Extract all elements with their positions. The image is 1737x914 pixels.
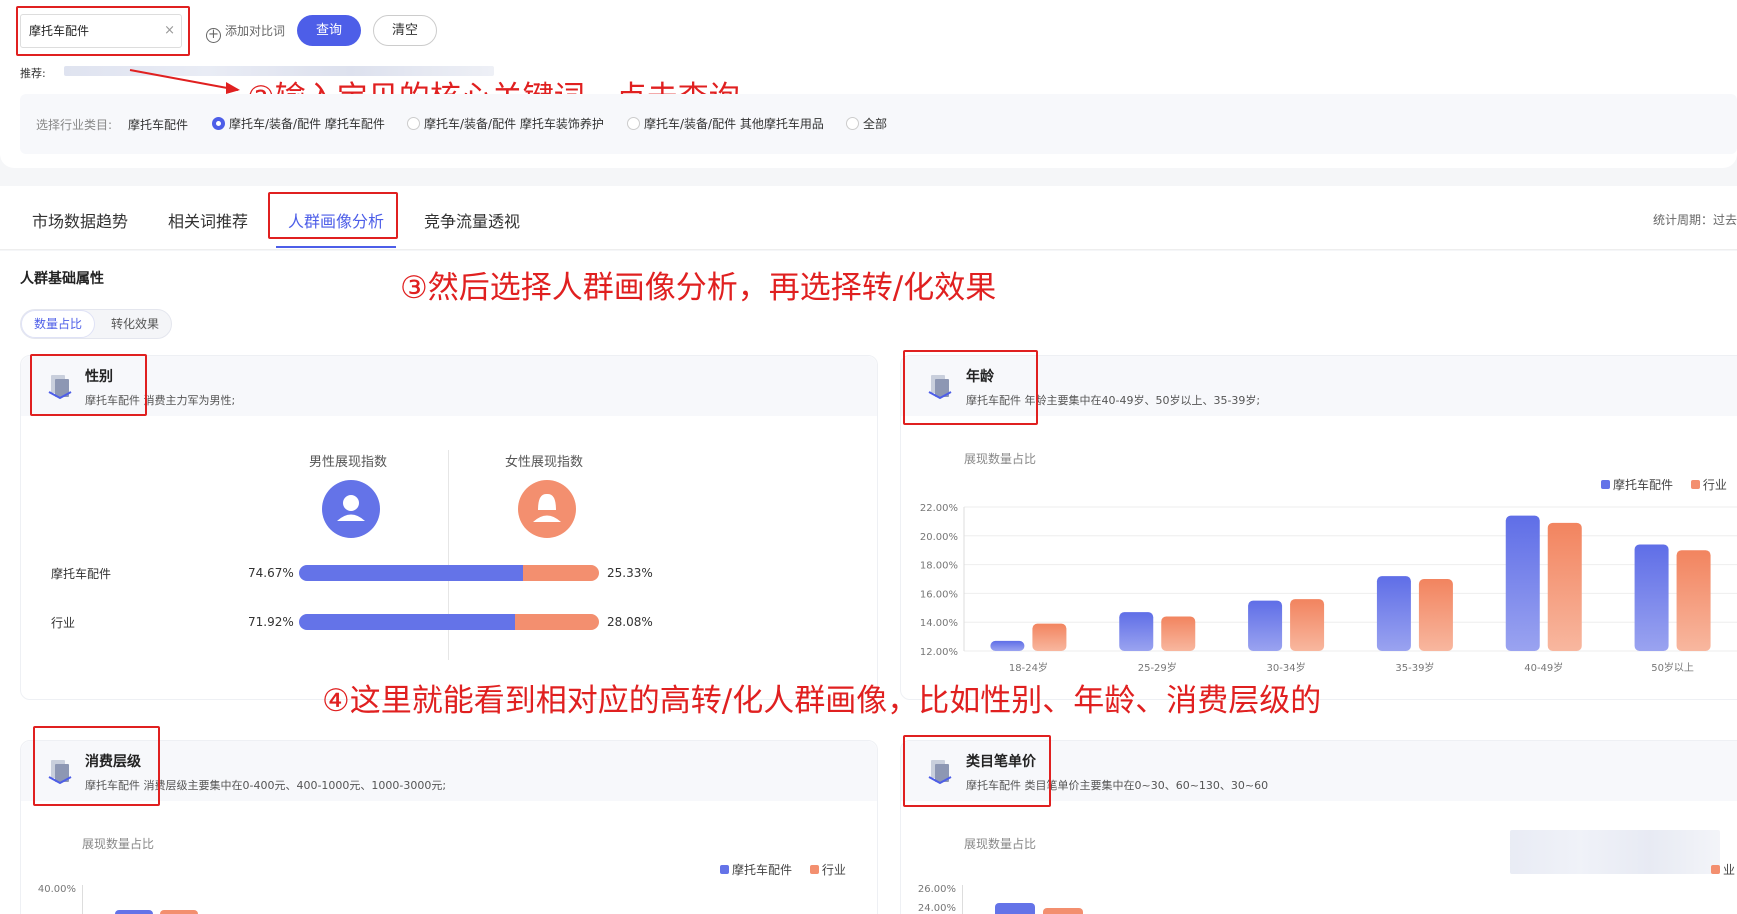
male-pct: 74.67% xyxy=(248,566,294,580)
highlight-box-gender xyxy=(30,354,147,416)
legend-label: 行业 xyxy=(821,863,846,877)
gender-row-label: 摩托车配件 xyxy=(51,567,112,581)
bar-peek xyxy=(160,910,198,914)
gender-bar xyxy=(299,614,599,630)
female-index-label: 女性展现指数 xyxy=(505,455,584,470)
x-tick-label: 40-49岁 xyxy=(1524,661,1563,674)
y-tick-label: 12.00% xyxy=(920,647,958,658)
consumption-chart-sub: 展现数量占比 xyxy=(82,837,155,851)
highlight-box-consumption xyxy=(33,726,160,806)
y-tick-label: 14.00% xyxy=(920,618,958,629)
seg-count-share[interactable]: 数量占比 xyxy=(21,310,95,338)
industry-radio-label: 摩托车/装备/配件 摩托车装饰养护 xyxy=(424,117,604,131)
female-pct: 28.08% xyxy=(607,615,653,629)
industry-radio-label: 全部 xyxy=(863,117,888,131)
radio-unchecked-icon xyxy=(407,117,420,130)
x-tick-label: 18-24岁 xyxy=(1009,661,1048,674)
x-tick-label: 35-39岁 xyxy=(1395,661,1434,674)
legend-swatch xyxy=(809,865,819,874)
female-avatar-icon xyxy=(518,480,576,538)
section-title: 人群基础属性 xyxy=(20,271,104,287)
x-tick-label: 50岁以上 xyxy=(1651,661,1694,674)
annotation-arrowhead xyxy=(226,82,240,94)
price-chart-sub: 展现数量占比 xyxy=(964,837,1037,851)
legend-label: 摩托车配件 xyxy=(732,863,793,877)
male-avatar-icon xyxy=(322,480,380,538)
tab-market-trend[interactable]: 市场数据趋势 xyxy=(32,208,128,232)
price-legend: 业 xyxy=(1711,861,1735,878)
industry-label: 选择行业类目: xyxy=(36,118,113,132)
male-bar-fill xyxy=(299,565,523,581)
watermark-blur xyxy=(1510,830,1720,874)
annotation-step-3: ③然后选择人群画像分析，再选择转/化效果 xyxy=(400,270,997,306)
age-legend: 摩托车配件 行业 xyxy=(1601,476,1727,493)
age-bar-industry xyxy=(1547,522,1582,651)
highlight-box-price xyxy=(903,735,1051,807)
legend-swatch xyxy=(1711,865,1720,874)
age-bar-chart: 22.00% 20.00% 18.00% 16.00% 14.00% 12.00% 18-2… xyxy=(920,503,1737,674)
gender-bar xyxy=(299,565,599,581)
radio-unchecked-icon xyxy=(627,117,640,130)
annotation-arrow xyxy=(129,69,239,91)
radio-unchecked-icon xyxy=(846,117,859,130)
y-tick-label: 20.00% xyxy=(920,532,958,543)
industry-radio-1[interactable]: 摩托车/装备/配件 摩托车配件 xyxy=(212,116,385,132)
x-tick-label: 25-29岁 xyxy=(1138,661,1177,674)
gender-row-label: 行业 xyxy=(51,616,76,630)
y-tick: 24.00% xyxy=(917,903,956,914)
consumption-legend: 摩托车配件 行业 xyxy=(720,861,846,878)
bar-peek xyxy=(115,910,153,914)
male-pct: 71.92% xyxy=(248,615,294,629)
age-bar-industry xyxy=(1676,550,1711,651)
tab-related-words[interactable]: 相关词推荐 xyxy=(168,208,248,232)
bar-peek xyxy=(1043,908,1083,914)
y-axis xyxy=(962,885,963,914)
age-bar-industry xyxy=(1161,616,1196,651)
male-bar-fill xyxy=(299,614,515,630)
industry-radio-2[interactable]: 摩托车/装备/配件 摩托车装饰养护 xyxy=(407,116,604,132)
female-bar-fill xyxy=(523,565,599,581)
age-bar-product xyxy=(1505,515,1540,651)
industry-radio-label: 摩托车/装备/配件 其他摩托车用品 xyxy=(644,117,824,131)
legend-label: 摩托车配件 xyxy=(1613,478,1674,492)
male-index-label: 男性展现指数 xyxy=(309,455,388,470)
y-tick-label: 16.00% xyxy=(920,589,958,600)
age-bar-industry xyxy=(1032,623,1067,651)
highlight-box-tab xyxy=(268,192,398,239)
active-tab-underline xyxy=(276,246,396,248)
stat-period: 统计周期：过去 xyxy=(1652,213,1737,227)
radio-checked-icon xyxy=(212,117,225,130)
legend-label: 行业 xyxy=(1702,478,1727,492)
age-bar-product xyxy=(990,640,1025,651)
industry-current: 摩托车配件 xyxy=(128,118,189,132)
highlight-box-age xyxy=(903,350,1038,425)
y-tick-label: 22.00% xyxy=(920,503,958,514)
tab-bar xyxy=(0,186,1737,250)
seg-conversion[interactable]: 转化效果 xyxy=(100,310,170,338)
tab-competition-traffic[interactable]: 竞争流量透视 xyxy=(424,208,520,232)
legend-swatch xyxy=(1690,480,1700,489)
age-bar-product xyxy=(1248,600,1283,651)
y-axis xyxy=(82,885,83,914)
legend-swatch xyxy=(1601,480,1610,489)
x-tick-label: 30-34岁 xyxy=(1267,661,1306,674)
female-bar-fill xyxy=(514,614,599,630)
female-pct: 25.33% xyxy=(607,566,653,580)
age-bar-product xyxy=(1376,576,1411,651)
y-tick: 40.00% xyxy=(37,884,76,895)
age-bar-industry xyxy=(1418,579,1453,651)
age-bar-product xyxy=(1119,612,1154,651)
age-chart-sub: 展现数量占比 xyxy=(964,452,1037,466)
industry-radio-4[interactable]: 全部 xyxy=(846,116,887,132)
y-tick-label: 18.00% xyxy=(920,561,958,572)
age-bar-product xyxy=(1634,544,1669,651)
legend-label: 业 xyxy=(1723,863,1736,877)
industry-radio-3[interactable]: 摩托车/装备/配件 其他摩托车用品 xyxy=(627,116,824,132)
bar-peek xyxy=(995,903,1035,914)
industry-radio-label: 摩托车/装备/配件 摩托车配件 xyxy=(229,117,385,131)
annotation-step-4: ④这里就能看到相对应的高转/化人群画像，比如性别、年龄、消费层级的 xyxy=(322,683,1322,719)
age-bar-industry xyxy=(1290,599,1325,651)
legend-swatch xyxy=(720,865,729,874)
y-tick: 26.00% xyxy=(917,884,956,895)
